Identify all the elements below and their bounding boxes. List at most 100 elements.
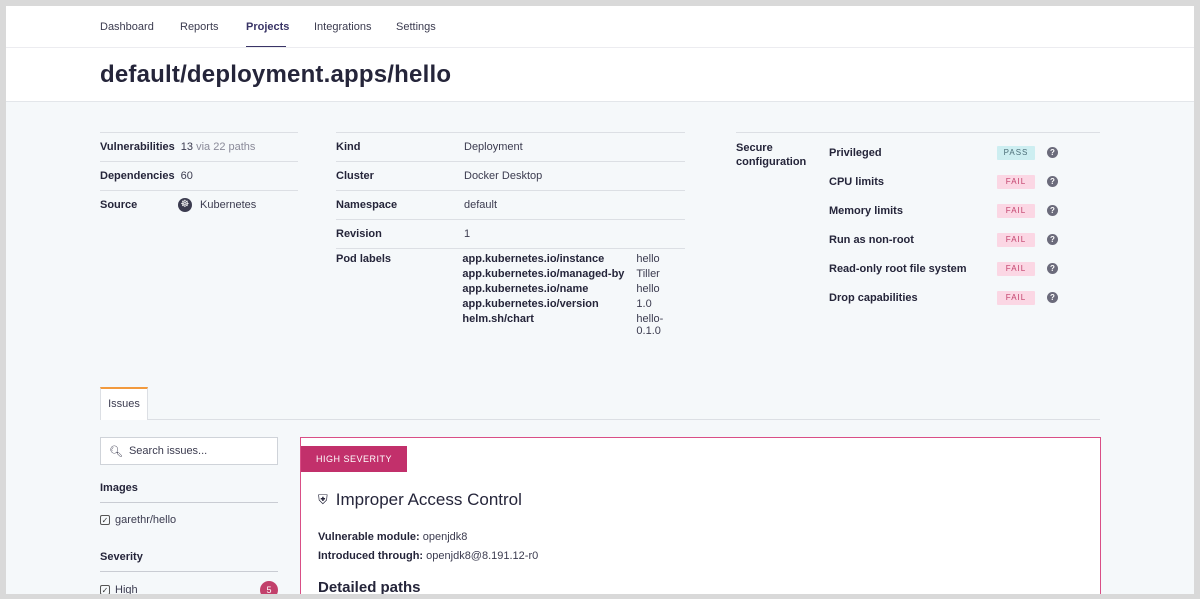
check-row: CPU limits FAIL ? — [829, 167, 1069, 196]
help-icon[interactable]: ? — [1047, 263, 1058, 274]
revision-row: Revision 1 — [336, 219, 685, 248]
source-row: Source ☸ Kubernetes — [100, 190, 298, 219]
help-icon[interactable]: ? — [1047, 176, 1058, 187]
check-name: Drop capabilities — [829, 291, 918, 304]
vulnerable-module: Vulnerable module: openjdk8 — [318, 531, 467, 543]
severity-filter[interactable]: ✓ High — [100, 584, 138, 594]
tab-issues[interactable]: Issues — [100, 387, 148, 420]
vulnerable-module-label: Vulnerable module: — [318, 531, 420, 543]
check-row: Run as non-root FAIL ? — [829, 225, 1069, 254]
checkbox-checked-icon[interactable]: ✓ — [100, 515, 110, 525]
nav-settings[interactable]: Settings — [396, 6, 436, 48]
introduced-through-value: openjdk8@8.191.12-r0 — [426, 550, 539, 562]
check-name: Run as non-root — [829, 233, 914, 246]
dependencies-count: 60 — [180, 170, 193, 182]
search-input[interactable] — [128, 445, 274, 457]
check-name: Privileged — [829, 146, 882, 159]
pod-label-value: hello — [636, 283, 660, 295]
images-heading: Images — [100, 482, 138, 494]
severity-divider — [100, 571, 278, 572]
pod-labels-row: Pod labels app.kubernetes.io/instance he… — [336, 248, 685, 337]
nav-dashboard[interactable]: Dashboard — [100, 6, 154, 48]
nav-projects[interactable]: Projects — [246, 6, 289, 48]
pod-label-value: Tiller — [636, 268, 660, 280]
page-title: default/deployment.apps/hello — [100, 61, 452, 88]
check-row: Memory limits FAIL ? — [829, 196, 1069, 225]
image-filter-label: garethr/hello — [115, 514, 177, 526]
kind-label: Kind — [336, 141, 361, 153]
introduced-through-label: Introduced through: — [318, 550, 424, 562]
pod-label-value: hello-0.1.0 — [636, 313, 664, 337]
kind-row: Kind Deployment — [336, 132, 685, 161]
app-frame: Dashboard Reports Projects Integrations … — [6, 6, 1194, 594]
secure-config-divider — [736, 132, 1100, 133]
severity-badge: HIGH SEVERITY — [301, 446, 408, 472]
revision-value: 1 — [464, 228, 471, 240]
nav-divider — [6, 47, 1194, 48]
pod-label-key: helm.sh/chart — [462, 313, 534, 325]
source-label: Source — [100, 199, 138, 211]
issue-title: ⛨ Improper Access Control — [318, 490, 522, 510]
check-name: Memory limits — [829, 204, 903, 217]
help-icon[interactable]: ? — [1047, 292, 1058, 303]
check-row: Read-only root file system FAIL ? — [829, 254, 1069, 283]
pod-label-key: app.kubernetes.io/version — [462, 298, 599, 310]
vulnerable-module-value: openjdk8 — [422, 531, 468, 543]
pod-label-key: app.kubernetes.io/name — [462, 283, 589, 295]
dependencies-label: Dependencies — [100, 170, 175, 182]
pod-label-key: app.kubernetes.io/instance — [462, 253, 605, 265]
top-nav: Dashboard Reports Projects Integrations … — [100, 6, 436, 48]
issue-card: HIGH SEVERITY ⛨ Improper Access Control … — [300, 437, 1101, 594]
check-row: Drop capabilities FAIL ? — [829, 283, 1069, 312]
details-column: Kind Deployment Cluster Docker Desktop N… — [336, 132, 685, 337]
search-icon: 🔍︎ — [109, 445, 123, 458]
secure-config-checks: Privileged PASS ? CPU limits FAIL ? Memo… — [829, 138, 1069, 312]
images-divider — [100, 502, 278, 503]
vulnerabilities-count: 13 — [180, 141, 194, 153]
kind-value: Deployment — [464, 141, 523, 153]
nav-reports[interactable]: Reports — [180, 6, 219, 48]
check-row: Privileged PASS ? — [829, 138, 1069, 167]
status-badge: FAIL — [997, 232, 1035, 247]
cluster-label: Cluster — [336, 170, 374, 182]
vulnerabilities-paths: via 22 paths — [196, 141, 256, 153]
cluster-value: Docker Desktop — [464, 170, 543, 182]
status-badge: FAIL — [997, 290, 1035, 305]
revision-label: Revision — [336, 228, 382, 240]
help-icon[interactable]: ? — [1047, 147, 1058, 158]
help-icon[interactable]: ? — [1047, 205, 1058, 216]
page-header: Dashboard Reports Projects Integrations … — [6, 6, 1194, 102]
namespace-label: Namespace — [336, 199, 398, 211]
severity-count-badge: 5 — [260, 581, 278, 594]
detailed-paths-heading: Detailed paths — [318, 579, 421, 594]
shield-icon: ⛨ — [318, 492, 328, 507]
vulnerabilities-label: Vulnerabilities — [100, 141, 175, 153]
pod-labels-label: Pod labels — [336, 253, 392, 265]
help-icon[interactable]: ? — [1047, 234, 1058, 245]
namespace-row: Namespace default — [336, 190, 685, 219]
pod-label-value: 1.0 — [636, 298, 652, 310]
vulnerabilities-row: Vulnerabilities 13 via 22 paths — [100, 132, 298, 161]
status-badge: FAIL — [997, 261, 1035, 276]
issue-title-text: Improper Access Control — [335, 490, 522, 509]
namespace-value: default — [464, 199, 498, 211]
nav-integrations[interactable]: Integrations — [314, 6, 371, 48]
dependencies-row: Dependencies 60 — [100, 161, 298, 190]
image-filter[interactable]: ✓ garethr/hello — [100, 514, 176, 526]
status-badge: PASS — [997, 145, 1035, 160]
pod-label-key: app.kubernetes.io/managed-by — [462, 268, 625, 280]
check-name: Read-only root file system — [829, 262, 967, 275]
source-value: Kubernetes — [200, 199, 257, 211]
severity-heading: Severity — [100, 551, 143, 563]
kubernetes-icon: ☸ — [178, 198, 192, 212]
pod-label-value: hello — [636, 253, 660, 265]
summary-column: Vulnerabilities 13 via 22 paths Dependen… — [100, 132, 298, 219]
check-name: CPU limits — [829, 175, 885, 188]
severity-filter-label: High — [115, 584, 138, 594]
checkbox-checked-icon[interactable]: ✓ — [100, 585, 110, 594]
pod-labels-table: app.kubernetes.io/instance hello app.kub… — [462, 253, 685, 337]
secure-config-label: Secure configuration — [736, 142, 807, 168]
tabs-divider — [100, 419, 1100, 420]
introduced-through: Introduced through: openjdk8@8.191.12-r0 — [318, 550, 538, 562]
search-box[interactable]: 🔍︎ — [100, 437, 278, 465]
